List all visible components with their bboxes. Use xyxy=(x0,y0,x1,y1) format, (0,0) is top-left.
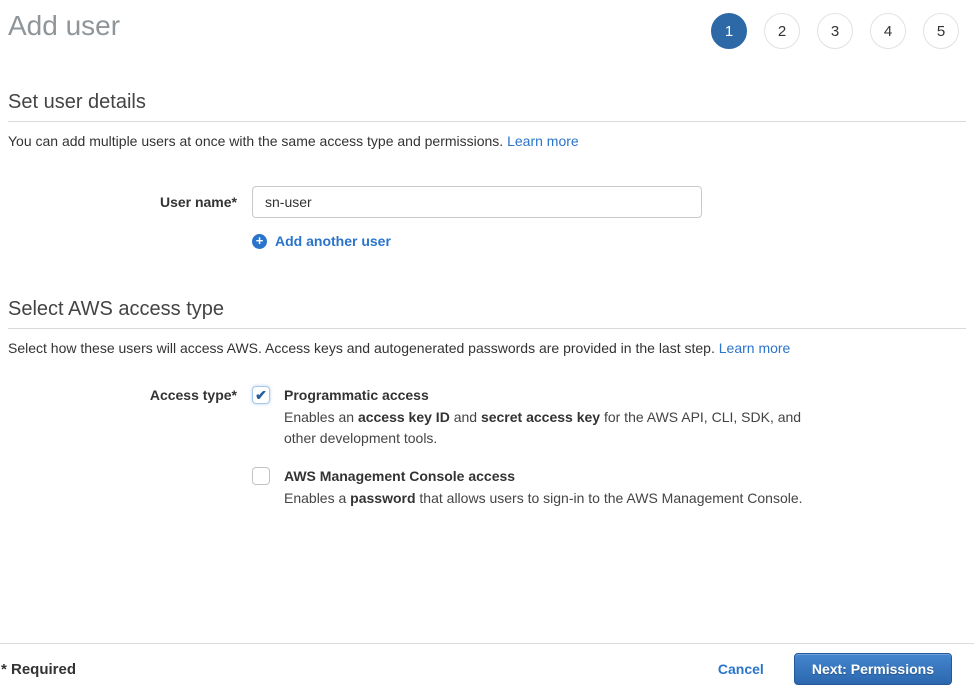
access-type-options: ✔ Programmatic access Enables an access … xyxy=(252,385,812,509)
section-divider xyxy=(8,328,966,329)
programmatic-access-checkbox[interactable]: ✔ xyxy=(252,386,270,404)
step-2-indicator: 2 xyxy=(764,13,800,49)
footer-actions: Cancel Next: Permissions xyxy=(718,653,952,685)
learn-more-link-user-details[interactable]: Learn more xyxy=(507,133,579,149)
user-name-input[interactable] xyxy=(252,186,702,218)
programmatic-access-text: Programmatic access Enables an access ke… xyxy=(284,385,812,449)
next-permissions-button[interactable]: Next: Permissions xyxy=(794,653,952,685)
add-user-page: Add user 1 2 3 4 5 Set user details You … xyxy=(0,0,974,509)
user-name-label: User name* xyxy=(8,194,252,210)
programmatic-access-desc: Enables an access key ID and secret acce… xyxy=(284,407,812,449)
option-console-access: ✔ AWS Management Console access Enables … xyxy=(252,466,812,509)
section-user-details: Set user details You can add multiple us… xyxy=(8,90,966,250)
step-1-indicator: 1 xyxy=(711,13,747,49)
page-title: Add user xyxy=(8,9,120,42)
step-5-indicator: 5 xyxy=(923,13,959,49)
section-access-type: Select AWS access type Select how these … xyxy=(8,297,966,509)
check-icon: ✔ xyxy=(255,388,267,402)
required-note: * Required xyxy=(1,661,76,678)
plus-circle-icon: + xyxy=(252,234,267,249)
access-type-heading: Select AWS access type xyxy=(8,297,966,321)
console-access-checkbox[interactable]: ✔ xyxy=(252,467,270,485)
access-type-description-text: Select how these users will access AWS. … xyxy=(8,340,719,356)
access-type-description: Select how these users will access AWS. … xyxy=(8,340,966,357)
console-access-text: AWS Management Console access Enables a … xyxy=(284,466,812,509)
access-type-label: Access type* xyxy=(8,385,252,403)
step-3-indicator: 3 xyxy=(817,13,853,49)
user-name-row: User name* xyxy=(8,186,966,218)
user-details-description-text: You can add multiple users at once with … xyxy=(8,133,507,149)
programmatic-access-title: Programmatic access xyxy=(284,385,812,406)
access-type-row: Access type* ✔ Programmatic access Enabl… xyxy=(8,385,966,509)
wizard-step-indicator: 1 2 3 4 5 xyxy=(711,13,959,49)
wizard-footer: * Required Cancel Next: Permissions xyxy=(0,643,974,697)
cancel-button[interactable]: Cancel xyxy=(718,661,764,677)
add-another-user-label: Add another user xyxy=(275,233,391,249)
learn-more-link-access-type[interactable]: Learn more xyxy=(719,340,791,356)
section-divider xyxy=(8,121,966,122)
step-4-indicator: 4 xyxy=(870,13,906,49)
user-details-heading: Set user details xyxy=(8,90,966,114)
console-access-title: AWS Management Console access xyxy=(284,466,812,487)
console-access-desc: Enables a password that allows users to … xyxy=(284,488,812,509)
add-another-user-link[interactable]: + Add another user xyxy=(252,233,391,249)
option-programmatic-access: ✔ Programmatic access Enables an access … xyxy=(252,385,812,449)
user-details-description: You can add multiple users at once with … xyxy=(8,133,966,150)
page-header: Add user 1 2 3 4 5 xyxy=(8,0,966,49)
